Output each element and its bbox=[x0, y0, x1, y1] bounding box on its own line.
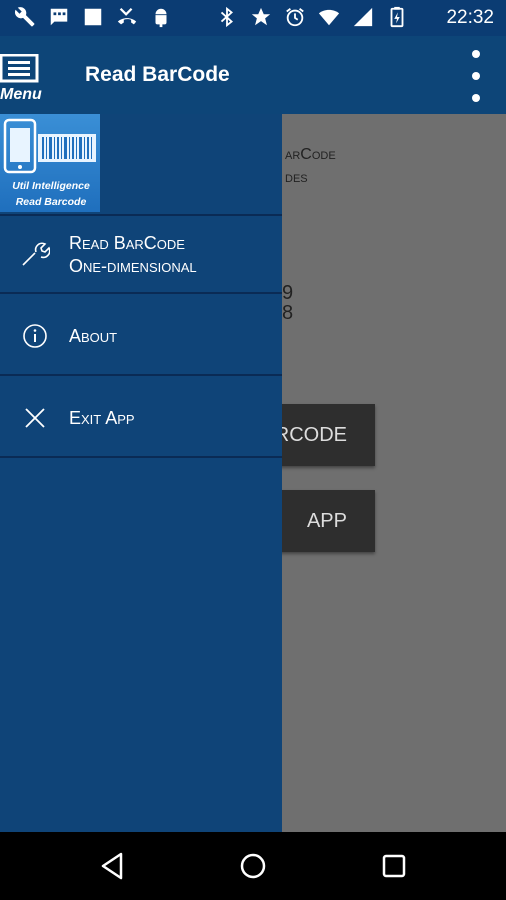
menu-icon bbox=[0, 54, 39, 83]
close-icon bbox=[25, 408, 45, 428]
system-nav-bar bbox=[0, 832, 506, 900]
recents-icon[interactable] bbox=[378, 850, 410, 882]
square-icon bbox=[84, 8, 102, 26]
background-number: 8 bbox=[282, 302, 294, 324]
home-icon[interactable] bbox=[237, 850, 269, 882]
more-vert-icon bbox=[472, 50, 480, 102]
background-text: arCode bbox=[285, 146, 336, 163]
drawer-item-label: About bbox=[69, 326, 118, 346]
navigation-drawer: Util Intelligence Read Barcode Read BarC… bbox=[0, 114, 282, 832]
drawer-item-label: Exit App bbox=[69, 408, 135, 428]
drawer-header: Util Intelligence Read Barcode bbox=[0, 114, 282, 216]
background-button-label: APP bbox=[306, 509, 347, 532]
app-bar: Menu Read BarCode bbox=[0, 36, 506, 114]
info-icon bbox=[23, 324, 47, 348]
logo-text: Util Intelligence bbox=[12, 180, 90, 192]
message-icon bbox=[50, 8, 68, 26]
drawer-item-exit-app[interactable]: Exit App bbox=[0, 378, 282, 458]
barcode-phone-icon bbox=[3, 118, 96, 174]
background-text: des bbox=[285, 169, 308, 186]
wrench-icon bbox=[22, 242, 50, 266]
wifi-icon bbox=[318, 9, 340, 26]
app-logo: Util Intelligence Read Barcode bbox=[0, 114, 100, 212]
wrench-icon bbox=[14, 7, 35, 27]
drawer-item-read-barcode[interactable]: Read BarCode One-dimensional bbox=[0, 214, 282, 294]
battery-icon bbox=[390, 6, 404, 28]
status-bar: 22:32 bbox=[0, 0, 506, 36]
logo-text: Read Barcode bbox=[15, 196, 87, 208]
alarm-icon bbox=[286, 8, 304, 27]
missed-call-icon bbox=[117, 7, 137, 25]
signal-icon bbox=[353, 7, 373, 27]
status-time: 22:32 bbox=[446, 7, 494, 28]
overflow-menu-button[interactable] bbox=[466, 48, 486, 104]
drawer-item-about[interactable]: About bbox=[0, 296, 282, 376]
back-icon[interactable] bbox=[96, 850, 128, 882]
android-icon bbox=[155, 8, 167, 28]
drawer-item-label: Read BarCode bbox=[69, 233, 185, 253]
drawer-item-sublabel: One-dimensional bbox=[69, 256, 197, 276]
star-icon bbox=[251, 7, 271, 26]
bluetooth-icon bbox=[220, 6, 233, 28]
menu-label: Menu bbox=[0, 86, 42, 103]
app-title: Read BarCode bbox=[85, 63, 230, 86]
